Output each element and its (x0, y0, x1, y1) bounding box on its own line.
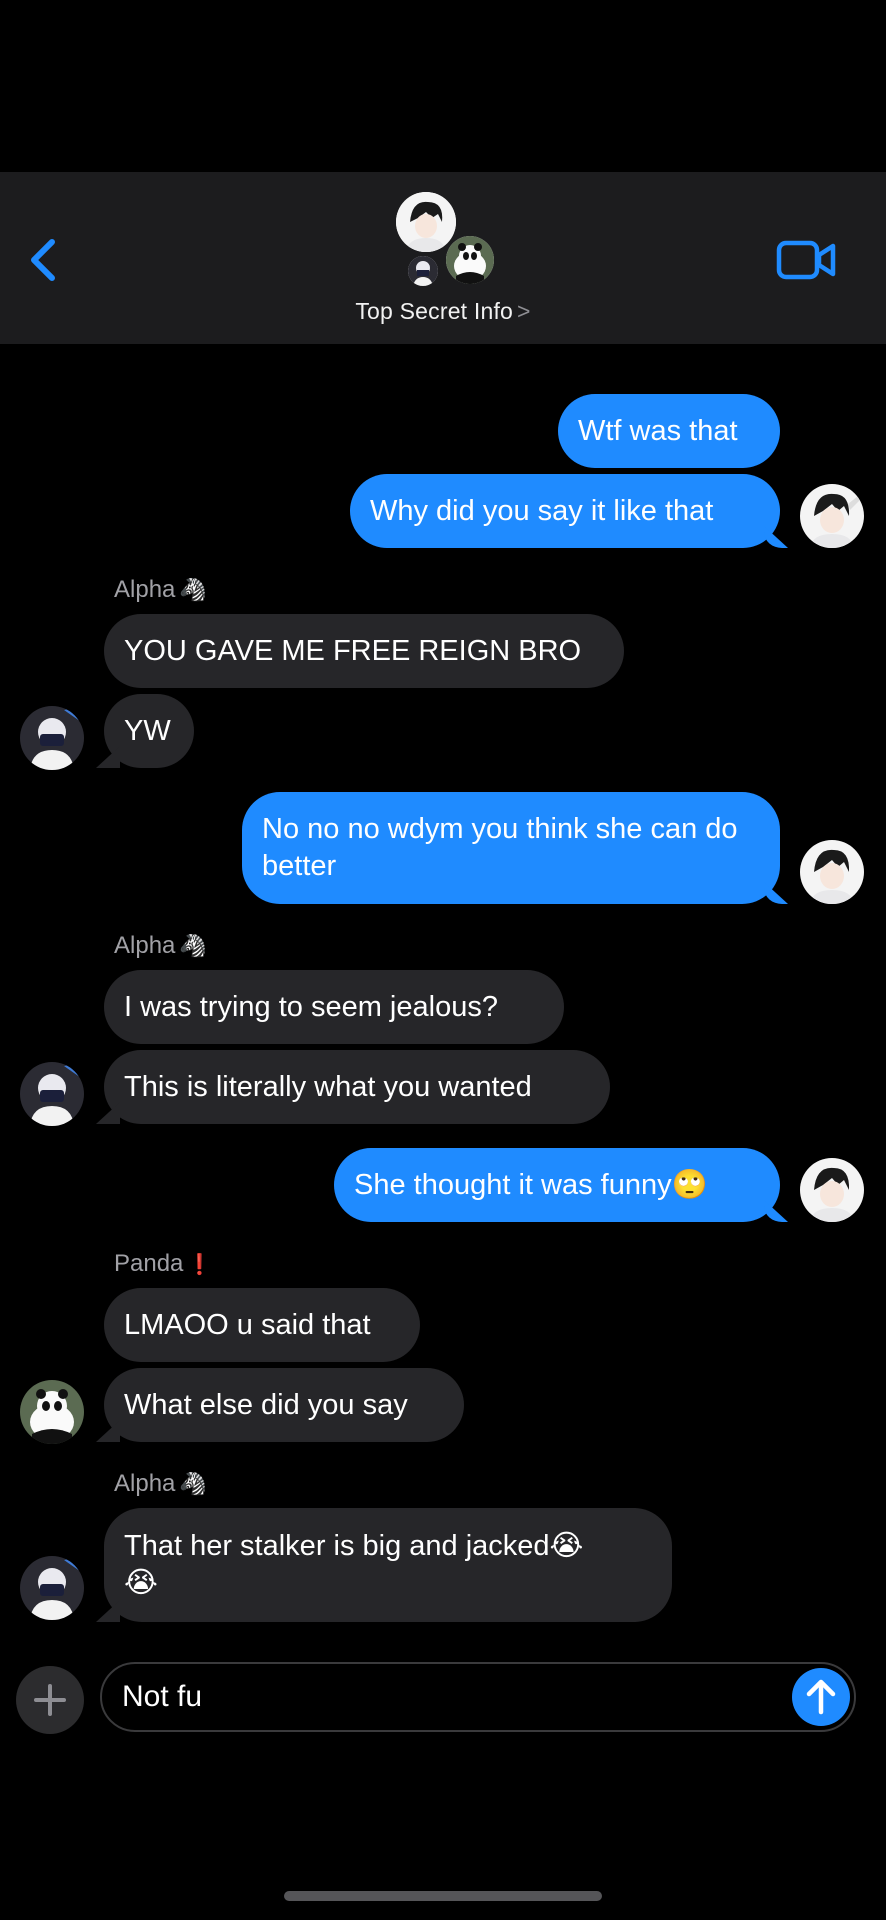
zebra-emoji: 🦓 (179, 577, 207, 602)
message-bubble-incoming[interactable]: LMAOO u said that (104, 1288, 420, 1362)
message-input[interactable]: Not fu (100, 1662, 856, 1732)
avatar-panda (20, 1380, 84, 1444)
message-bubble-outgoing[interactable]: She thought it was funny🙄 (334, 1148, 780, 1222)
group-name-button[interactable]: Top Secret Info > (0, 298, 886, 325)
message-bubble-incoming[interactable]: I was trying to seem jealous? (104, 970, 564, 1044)
avatar-user (396, 192, 456, 252)
message-text: LMAOO u said that (124, 1308, 371, 1341)
home-indicator[interactable] (284, 1891, 602, 1901)
avatar-user (800, 840, 864, 904)
message-bubble-outgoing[interactable]: Why did you say it like that (350, 474, 780, 548)
avatar-alpha (20, 706, 84, 770)
avatar-panda (446, 236, 494, 284)
message-bubble-outgoing[interactable]: Wtf was that (558, 394, 780, 468)
message-text: This is literally what you wanted (124, 1070, 532, 1103)
message-bubble-incoming[interactable]: What else did you say (104, 1368, 464, 1442)
message-input-value: Not fu (122, 1680, 203, 1713)
plus-icon (34, 1684, 66, 1716)
message-text: YOU GAVE ME FREE REIGN BRO (124, 634, 582, 667)
video-call-button[interactable] (775, 236, 839, 284)
sender-name: Panda ❗ (114, 1250, 213, 1277)
back-button[interactable] (22, 232, 66, 288)
message-text: I was trying to seem jealous? (124, 990, 498, 1023)
chevron-left-icon (31, 239, 55, 281)
message-text: No no no wdym you think she can do bette… (262, 813, 738, 882)
message-text: YW (124, 714, 171, 747)
send-button[interactable] (792, 1668, 850, 1726)
arrow-up-icon (806, 1679, 836, 1715)
exclamation-emoji: ❗ (187, 1253, 213, 1276)
message-bubble-incoming[interactable]: YOU GAVE ME FREE REIGN BRO (104, 614, 624, 688)
message-text: Why did you say it like that (370, 494, 714, 527)
avatar-alpha (408, 256, 438, 286)
add-attachment-button[interactable] (16, 1666, 84, 1734)
zebra-emoji: 🦓 (179, 933, 207, 958)
message-bubble-outgoing[interactable]: No no no wdym you think she can do bette… (242, 792, 780, 904)
avatar-alpha (20, 1062, 84, 1126)
group-name: Top Secret Info (355, 298, 514, 324)
message-text: She thought it was funny🙄 (354, 1168, 708, 1201)
avatar-user (800, 484, 864, 548)
sender-name: Alpha 🦓 (114, 1470, 207, 1497)
avatar-user (800, 1158, 864, 1222)
message-text: Wtf was that (578, 414, 738, 447)
avatar-alpha (20, 1556, 84, 1620)
message-bubble-incoming[interactable]: This is literally what you wanted (104, 1050, 610, 1124)
chevron-right-icon: > (517, 298, 531, 324)
video-camera-icon (776, 240, 836, 280)
sender-name: Alpha 🦓 (114, 576, 207, 603)
zebra-emoji: 🦓 (179, 1471, 207, 1496)
sender-name: Alpha 🦓 (114, 932, 207, 959)
message-text: That her stalker is big and jacked😭 😭 (124, 1530, 584, 1599)
message-bubble-incoming[interactable]: YW (104, 694, 194, 768)
group-avatar-cluster[interactable] (388, 190, 498, 290)
message-bubble-incoming[interactable]: That her stalker is big and jacked😭 😭 (104, 1508, 672, 1622)
message-text: What else did you say (124, 1388, 408, 1421)
